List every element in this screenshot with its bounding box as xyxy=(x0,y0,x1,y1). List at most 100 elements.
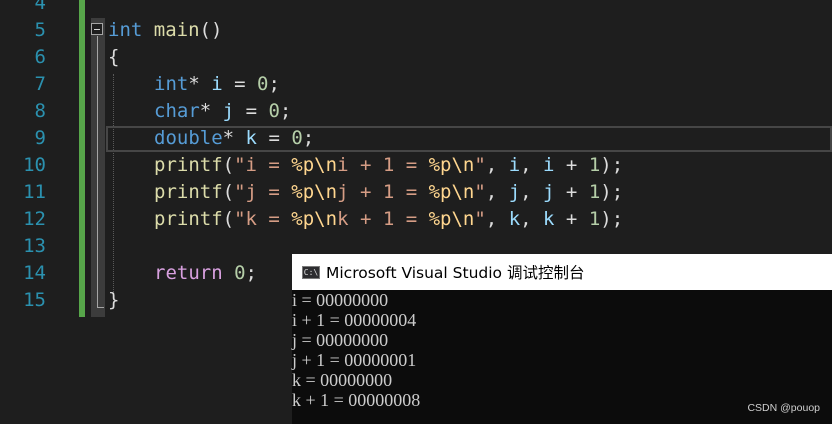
variable: k xyxy=(508,208,521,230)
outlining-margin xyxy=(91,18,105,317)
brace: } xyxy=(108,289,120,311)
format-specifier: %p\n xyxy=(291,181,338,203)
output-line: j = 00000000 xyxy=(292,330,389,350)
format-specifier: %p\n xyxy=(428,208,475,230)
format-specifier: %p\n xyxy=(428,154,475,176)
number: 0 xyxy=(291,127,303,149)
variable: k xyxy=(543,208,555,230)
number: 1 xyxy=(588,208,601,230)
code-line-5[interactable]: int main() xyxy=(108,17,222,44)
console-app-icon: C:\ xyxy=(302,265,320,279)
variable: j xyxy=(543,181,555,203)
function-name: printf xyxy=(154,208,223,230)
code-line-9[interactable]: double* k = 0; xyxy=(154,125,314,152)
line-number: 15 xyxy=(23,289,46,311)
string-literal: "j = xyxy=(234,181,292,203)
console-title: Microsoft Visual Studio 调试控制台 xyxy=(326,264,585,282)
number: 1 xyxy=(588,181,601,203)
string-literal: j + 1 = xyxy=(337,181,429,203)
pointer-star: * xyxy=(188,73,200,95)
console-titlebar[interactable]: C:\ Microsoft Visual Studio 调试控制台 xyxy=(292,254,832,290)
paren: ); xyxy=(600,154,624,176)
string-literal: "k = xyxy=(234,208,292,230)
output-line: k + 1 = 00000008 xyxy=(292,390,421,410)
line-number: 10 xyxy=(23,154,46,176)
code-line-10[interactable]: printf("i = %p\ni + 1 = %p\n", i, i + 1)… xyxy=(154,152,623,179)
collapse-icon[interactable] xyxy=(91,23,103,35)
line-number: 6 xyxy=(34,46,46,68)
operator: + xyxy=(554,208,589,230)
output-line: i = 00000000 xyxy=(292,290,389,310)
operator: = xyxy=(222,73,258,95)
operator: + xyxy=(554,154,589,176)
code-line-11[interactable]: printf("j = %p\nj + 1 = %p\n", j, j + 1)… xyxy=(154,179,623,206)
line-number: 7 xyxy=(34,73,46,95)
string-literal: k + 1 = xyxy=(337,208,429,230)
line-number: 14 xyxy=(23,262,46,284)
string-literal: " xyxy=(474,208,486,230)
semicolon: ; xyxy=(245,262,257,284)
keyword-return: return xyxy=(154,262,223,284)
number: 0 xyxy=(257,73,269,95)
comma: , xyxy=(485,208,509,230)
comma: , xyxy=(520,154,544,176)
operator: = xyxy=(234,100,269,122)
code-line-14[interactable]: return 0; xyxy=(154,260,257,287)
code-line-7[interactable]: int* i = 0; xyxy=(154,71,280,98)
number: 0 xyxy=(234,262,246,284)
output-line: k = 00000000 xyxy=(292,370,393,390)
variable: i xyxy=(543,154,555,176)
line-number: 5 xyxy=(34,19,46,41)
variable: k xyxy=(245,127,257,149)
semicolon: ; xyxy=(302,127,315,149)
keyword: int xyxy=(154,73,189,95)
outline-end xyxy=(97,307,104,308)
debug-console-window[interactable]: C:\ Microsoft Visual Studio 调试控制台 i = 00… xyxy=(292,254,832,424)
code-line-6[interactable]: { xyxy=(108,44,119,71)
number: 1 xyxy=(588,154,601,176)
keyword: double xyxy=(154,127,223,149)
code-line-8[interactable]: char* j = 0; xyxy=(154,98,291,125)
paren: ( xyxy=(222,181,235,203)
pointer-star: * xyxy=(222,127,235,149)
operator: = xyxy=(257,127,292,149)
operator: + xyxy=(554,181,589,203)
output-line: j + 1 = 00000001 xyxy=(292,350,417,370)
paren: ( xyxy=(222,154,235,176)
paren: ( xyxy=(222,208,235,230)
function-name: printf xyxy=(154,181,223,203)
variable: i xyxy=(211,73,223,95)
code-line-12[interactable]: printf("k = %p\nk + 1 = %p\n", k, k + 1)… xyxy=(154,206,623,233)
line-number: 11 xyxy=(23,181,46,203)
paren: ); xyxy=(600,181,624,203)
comma: , xyxy=(485,181,509,203)
line-number: 4 xyxy=(34,0,46,14)
variable: j xyxy=(508,181,521,203)
outline-line xyxy=(97,36,98,308)
indent-guide xyxy=(113,74,114,296)
format-specifier: %p\n xyxy=(291,154,338,176)
number: 0 xyxy=(268,100,280,122)
code-line-15[interactable]: } xyxy=(108,287,119,314)
comma: , xyxy=(520,208,544,230)
string-literal: i + 1 = xyxy=(337,154,429,176)
output-line: i + 1 = 00000004 xyxy=(292,310,417,330)
comma: , xyxy=(485,154,509,176)
function-name: printf xyxy=(154,154,223,176)
variable: i xyxy=(508,154,521,176)
variable: j xyxy=(222,100,235,122)
change-tracking-bar xyxy=(79,0,85,317)
line-number: 13 xyxy=(23,235,46,257)
keyword: int xyxy=(108,19,143,41)
format-specifier: %p\n xyxy=(428,181,475,203)
line-number: 12 xyxy=(23,208,46,230)
line-number: 8 xyxy=(34,100,46,122)
string-literal: " xyxy=(474,181,486,203)
line-number: 9 xyxy=(34,127,46,149)
keyword: char xyxy=(154,100,200,122)
comma: , xyxy=(520,181,544,203)
semicolon: ; xyxy=(268,73,280,95)
watermark: CSDN @pouop xyxy=(747,402,820,414)
paren: ); xyxy=(600,208,624,230)
